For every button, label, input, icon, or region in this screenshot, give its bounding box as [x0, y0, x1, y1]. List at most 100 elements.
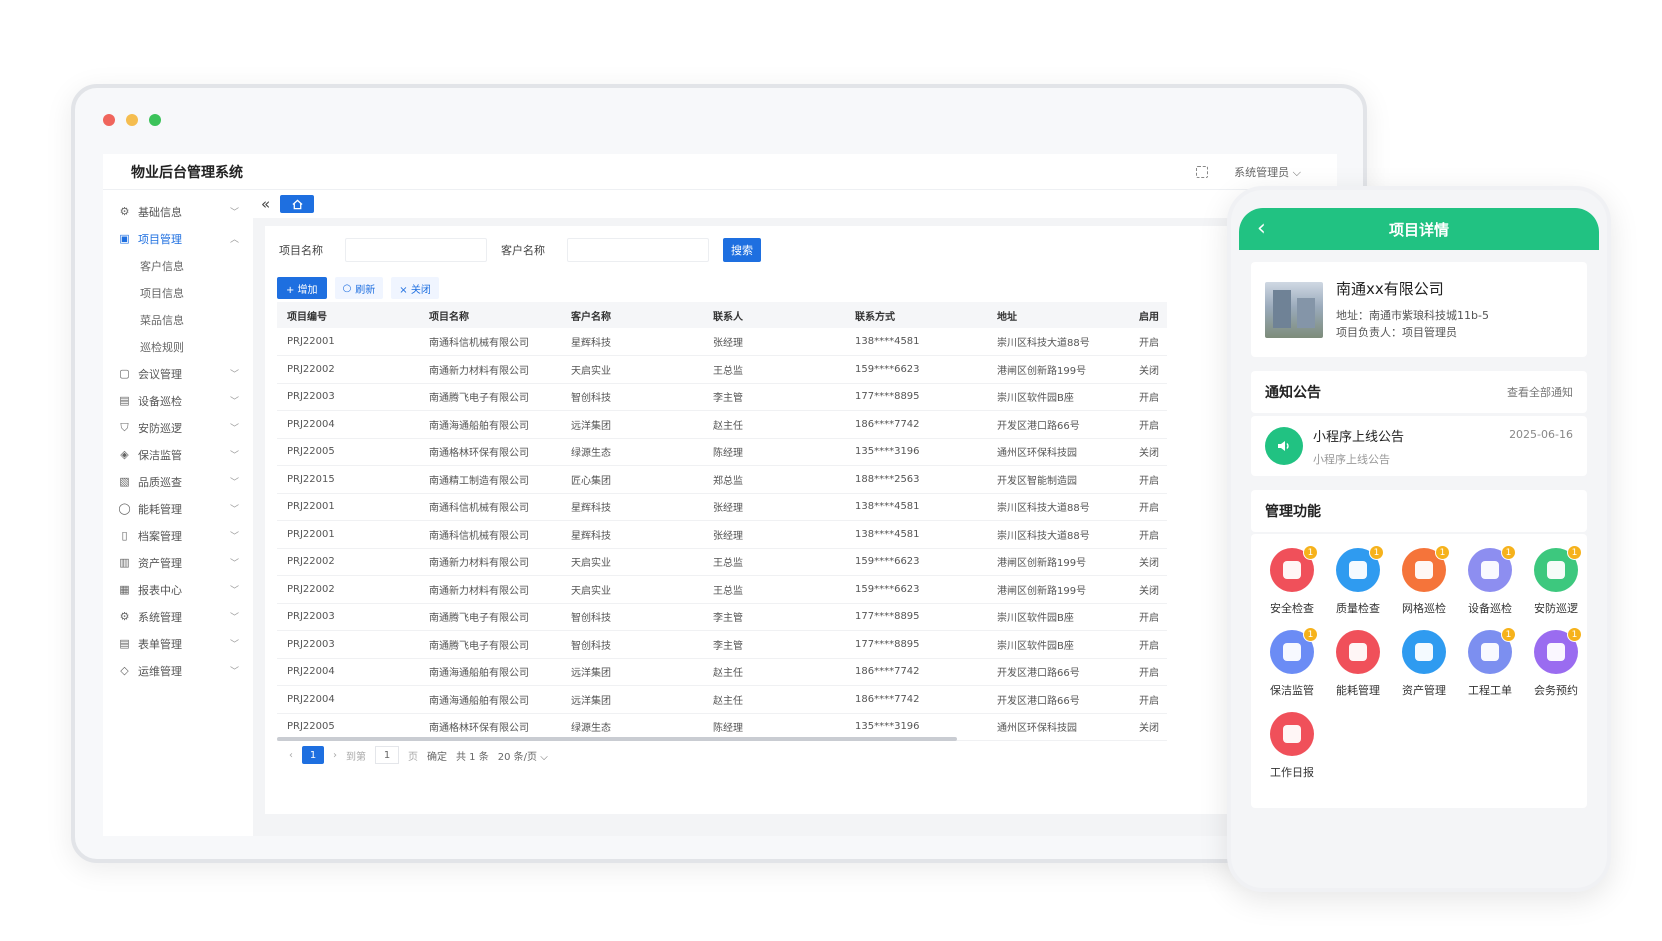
- sidebar-item-label: 档案管理: [138, 529, 182, 543]
- sidebar-item[interactable]: ⚙ 基础信息 ﹀: [103, 198, 253, 225]
- table-row[interactable]: PRJ22002 南通新力材料有限公司 天启实业 王总监 159****6623 港闸区创…: [277, 355, 1167, 384]
- table-cell: 关闭: [1129, 548, 1167, 576]
- chevron-down-icon: ﹀: [229, 424, 239, 434]
- sidebar-item[interactable]: ▤ 设备巡检 ﹀: [103, 387, 253, 414]
- collapse-sidebar-icon[interactable]: «: [261, 195, 270, 213]
- horizontal-scrollbar[interactable]: [277, 737, 957, 741]
- goto-confirm-button[interactable]: 确定: [427, 748, 447, 763]
- page-size-select[interactable]: 20 条/页 ⌵: [498, 748, 548, 763]
- table-cell: 港闸区创新路199号: [987, 355, 1129, 384]
- search-button[interactable]: 搜索: [723, 238, 761, 262]
- table-row[interactable]: PRJ22003 南通腾飞电子有限公司 智创科技 李主管 177****8895 崇川区软…: [277, 630, 1167, 659]
- table-cell: 南通新力材料有限公司: [419, 355, 561, 384]
- table-row[interactable]: PRJ22004 南通海通船舶有限公司 远洋集团 赵主任 186****7742 开发区港…: [277, 410, 1167, 439]
- back-icon[interactable]: ‹: [1257, 216, 1266, 241]
- tab-bar: «: [253, 190, 1337, 218]
- column-header[interactable]: 客户名称: [561, 302, 703, 328]
- column-header[interactable]: 项目名称: [419, 302, 561, 328]
- company-card[interactable]: 南通xx有限公司 地址：南通市紫琅科技城11b-5 项目负责人：项目管理员: [1251, 262, 1587, 357]
- sidebar-subitem[interactable]: 项目信息: [103, 279, 253, 306]
- notice-item[interactable]: 小程序上线公告 小程序上线公告 2025-06-16: [1251, 416, 1587, 476]
- function-item[interactable]: 1 安全检查: [1259, 545, 1325, 616]
- add-button[interactable]: + 增加: [277, 277, 327, 299]
- sidebar-item[interactable]: ▧ 品质巡查 ﹀: [103, 468, 253, 495]
- table-row[interactable]: PRJ22003 南通腾飞电子有限公司 智创科技 李主管 177****8895 崇川区软…: [277, 603, 1167, 631]
- table-row[interactable]: PRJ22004 南通海通船舶有限公司 远洋集团 赵主任 186****7742 开发区港…: [277, 685, 1167, 714]
- column-header[interactable]: 联系方式: [845, 302, 987, 328]
- browser-window: 物业后台管理系统 系统管理员 ⌵ ⚙ 基础信息 ﹀ ▣ 项目管理 ︿ 客户信息 项目信息 菜品信…: [71, 84, 1367, 863]
- function-item[interactable]: 1 安防巡逻: [1523, 545, 1589, 616]
- fullscreen-icon[interactable]: [1196, 165, 1209, 178]
- table-row[interactable]: PRJ22005 南通格林环保有限公司 绿源生态 陈经理 135****3196 通州区环…: [277, 438, 1167, 466]
- count-badge: 1: [1567, 545, 1582, 560]
- sidebar-subitem[interactable]: 客户信息: [103, 252, 253, 279]
- sidebar-item[interactable]: ◈ 保洁监管 ﹀: [103, 441, 253, 468]
- table-cell: 星辉科技: [561, 520, 703, 549]
- page-current[interactable]: 1: [302, 746, 324, 764]
- sidebar-item[interactable]: ▤ 表单管理 ﹀: [103, 630, 253, 657]
- customer-name-input[interactable]: [567, 238, 709, 262]
- table-row[interactable]: PRJ22004 南通海通船舶有限公司 远洋集团 赵主任 186****7742 开发区港…: [277, 658, 1167, 686]
- sidebar-item[interactable]: ▣ 项目管理 ︿: [103, 225, 253, 252]
- customer-name-label: 客户名称: [501, 244, 545, 257]
- sidebar-item[interactable]: ◇ 运维管理 ﹀: [103, 657, 253, 684]
- sidebar-item[interactable]: ⚙ 系统管理 ﹀: [103, 603, 253, 630]
- function-item[interactable]: 1 会务预约: [1523, 627, 1589, 698]
- home-icon: [292, 199, 303, 209]
- table-cell: 开启: [1129, 465, 1167, 494]
- function-item[interactable]: 能耗管理: [1325, 630, 1391, 698]
- sidebar-item[interactable]: ▯ 档案管理 ﹀: [103, 522, 253, 549]
- table-cell: 开启: [1129, 410, 1167, 439]
- table-cell: 崇川区科技大道88号: [987, 493, 1129, 521]
- view-all-notices-link[interactable]: 查看全部通知: [1507, 384, 1573, 400]
- tab-home[interactable]: [280, 195, 315, 213]
- function-item[interactable]: 工作日报: [1259, 712, 1325, 780]
- user-menu[interactable]: 系统管理员 ⌵: [1234, 164, 1301, 180]
- column-header[interactable]: 联系人: [703, 302, 845, 328]
- sidebar-item[interactable]: ▢ 会议管理 ﹀: [103, 360, 253, 387]
- table-row[interactable]: PRJ22002 南通新力材料有限公司 天启实业 王总监 159****6623 港闸区创…: [277, 548, 1167, 576]
- table-cell: 智创科技: [561, 603, 703, 631]
- sidebar-item[interactable]: ▥ 资产管理 ﹀: [103, 549, 253, 576]
- table-row[interactable]: PRJ22001 南通科信机械有限公司 星辉科技 张经理 138****4581 崇川区科…: [277, 328, 1167, 356]
- minimize-window-button[interactable]: [126, 114, 138, 126]
- next-page-icon[interactable]: ›: [333, 750, 337, 761]
- function-item[interactable]: 1 设备巡检: [1457, 545, 1523, 616]
- table-row[interactable]: PRJ22001 南通科信机械有限公司 星辉科技 张经理 138****4581 崇川区科…: [277, 520, 1167, 549]
- column-header[interactable]: 地址: [987, 302, 1129, 328]
- function-item[interactable]: 1 保洁监管: [1259, 627, 1325, 698]
- sidebar-item[interactable]: ▦ 报表中心 ﹀: [103, 576, 253, 603]
- function-item[interactable]: 1 质量检查: [1325, 545, 1391, 616]
- table-row[interactable]: PRJ22003 南通腾飞电子有限公司 智创科技 李主管 177****8895 崇川区软…: [277, 383, 1167, 411]
- sidebar-item[interactable]: ⛉ 安防巡逻 ﹀: [103, 414, 253, 441]
- refresh-button[interactable]: ○ 刷新: [334, 277, 384, 299]
- table-cell: PRJ22004: [277, 410, 419, 439]
- sidebar-subitem[interactable]: 菜品信息: [103, 306, 253, 333]
- project-name-label: 项目名称: [279, 244, 323, 257]
- function-item[interactable]: 1 网格巡检: [1391, 545, 1457, 616]
- count-badge: 1: [1435, 545, 1450, 560]
- goto-label: 到第: [346, 751, 366, 763]
- function-item[interactable]: 资产管理: [1391, 630, 1457, 698]
- column-header[interactable]: 项目编号: [277, 302, 419, 328]
- table-row[interactable]: PRJ22015 南通精工制造有限公司 匠心集团 郑总监 188****2563 开发区智…: [277, 465, 1167, 494]
- device-icon: ▤: [119, 394, 130, 407]
- goto-page-input[interactable]: 1: [375, 746, 399, 764]
- table-cell: 天启实业: [561, 548, 703, 576]
- column-header[interactable]: 启用: [1129, 302, 1167, 328]
- maximize-window-button[interactable]: [149, 114, 161, 126]
- table-row[interactable]: PRJ22001 南通科信机械有限公司 星辉科技 张经理 138****4581 崇川区科…: [277, 493, 1167, 521]
- prev-page-icon[interactable]: ‹: [289, 750, 293, 761]
- table-cell: 智创科技: [561, 383, 703, 411]
- table-row[interactable]: PRJ22002 南通新力材料有限公司 天启实业 王总监 159****6623 港闸区创…: [277, 575, 1167, 604]
- table-cell: 王总监: [703, 548, 845, 576]
- close-button[interactable]: × 关闭: [391, 277, 439, 299]
- function-label: 工作日报: [1270, 766, 1314, 779]
- function-label: 工程工单: [1468, 684, 1512, 697]
- chevron-down-icon: ⌵: [540, 751, 548, 763]
- project-name-input[interactable]: [345, 238, 487, 262]
- sidebar-item[interactable]: ◯ 能耗管理 ﹀: [103, 495, 253, 522]
- sidebar-subitem[interactable]: 巡检规则: [103, 333, 253, 360]
- function-item[interactable]: 1 工程工单: [1457, 627, 1523, 698]
- close-window-button[interactable]: [103, 114, 115, 126]
